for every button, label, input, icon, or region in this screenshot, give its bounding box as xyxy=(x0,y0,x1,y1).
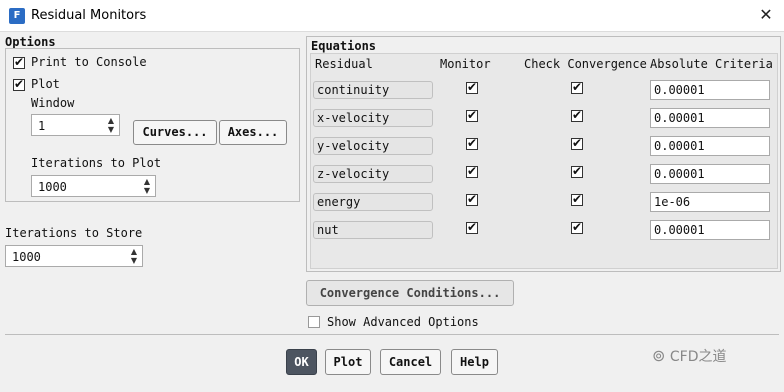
spin-up-icon[interactable]: ▲ xyxy=(142,177,152,186)
window-value: 1 xyxy=(38,119,46,133)
cancel-button[interactable]: Cancel xyxy=(380,349,441,375)
show-advanced-options-label: Show Advanced Options xyxy=(327,315,479,329)
show-advanced-options-checkbox[interactable] xyxy=(308,316,320,328)
residual-name-field: y-velocity xyxy=(313,137,433,155)
check-convergence-header: Check Convergence xyxy=(524,57,647,71)
wechat-icon: ⊚ xyxy=(652,346,666,365)
iterations-to-plot-value: 1000 xyxy=(38,180,67,194)
monitor-checkbox[interactable] xyxy=(466,164,478,178)
absolute-criteria-header: Absolute Criteria xyxy=(650,57,773,71)
monitor-checkbox[interactable] xyxy=(466,80,478,94)
residual-name-field: energy xyxy=(313,193,433,211)
iterations-to-plot-spinner[interactable]: 1000 ▲ ▼ xyxy=(31,175,156,197)
spin-up-icon[interactable]: ▲ xyxy=(106,116,116,125)
residual-header: Residual xyxy=(315,57,373,71)
options-group-title: Options xyxy=(5,35,56,49)
residual-name-field: z-velocity xyxy=(313,165,433,183)
monitor-checkbox[interactable] xyxy=(466,192,478,206)
title-bar: F Residual Monitors ✕ xyxy=(0,0,784,32)
curves-button[interactable]: Curves... xyxy=(133,120,217,145)
residual-name-field: nut xyxy=(313,221,433,239)
monitor-checkbox[interactable] xyxy=(466,108,478,122)
monitor-checkbox[interactable] xyxy=(466,220,478,234)
iterations-to-plot-label: Iterations to Plot xyxy=(31,156,162,170)
print-to-console-label: Print to Console xyxy=(31,55,147,69)
spin-down-icon[interactable]: ▼ xyxy=(129,256,139,265)
check-convergence-checkbox[interactable] xyxy=(571,80,583,94)
check-convergence-checkbox[interactable] xyxy=(571,136,583,150)
help-button[interactable]: Help xyxy=(451,349,498,375)
fluent-app-icon: F xyxy=(9,8,25,24)
spin-up-icon[interactable]: ▲ xyxy=(129,247,139,256)
window-title: Residual Monitors xyxy=(31,8,147,23)
check-convergence-checkbox[interactable] xyxy=(571,220,583,234)
plot-checkbox[interactable] xyxy=(13,77,25,91)
bottom-separator xyxy=(5,334,779,335)
watermark-text: CFD之道 xyxy=(669,349,727,365)
absolute-criteria-input[interactable]: 0.00001 xyxy=(650,80,770,100)
check-convergence-checkbox[interactable] xyxy=(571,192,583,206)
iterations-to-store-value: 1000 xyxy=(12,250,41,264)
convergence-conditions-button[interactable]: Convergence Conditions... xyxy=(306,280,514,306)
iterations-to-store-spinner[interactable]: 1000 ▲ ▼ xyxy=(5,245,143,267)
axes-button[interactable]: Axes... xyxy=(219,120,287,145)
residual-name-field: continuity xyxy=(313,81,433,99)
absolute-criteria-input[interactable]: 0.00001 xyxy=(650,108,770,128)
monitor-checkbox[interactable] xyxy=(466,136,478,150)
equations-group-title: Equations xyxy=(311,39,377,53)
window-spinner[interactable]: 1 ▲ ▼ xyxy=(31,114,120,136)
spin-down-icon[interactable]: ▼ xyxy=(142,186,152,195)
monitor-header: Monitor xyxy=(440,57,491,71)
absolute-criteria-input[interactable]: 1e-06 xyxy=(650,192,770,212)
plot-button[interactable]: Plot xyxy=(325,349,371,375)
plot-label: Plot xyxy=(31,77,60,91)
absolute-criteria-input[interactable]: 0.00001 xyxy=(650,220,770,240)
absolute-criteria-input[interactable]: 0.00001 xyxy=(650,164,770,184)
ok-button[interactable]: OK xyxy=(286,349,317,375)
absolute-criteria-input[interactable]: 0.00001 xyxy=(650,136,770,156)
print-to-console-checkbox[interactable] xyxy=(13,55,25,69)
check-convergence-checkbox[interactable] xyxy=(571,108,583,122)
spin-down-icon[interactable]: ▼ xyxy=(106,125,116,134)
close-icon[interactable]: ✕ xyxy=(756,5,776,25)
window-label: Window xyxy=(31,96,75,110)
residual-name-field: x-velocity xyxy=(313,109,433,127)
check-convergence-checkbox[interactable] xyxy=(571,164,583,178)
iterations-to-store-label: Iterations to Store xyxy=(5,226,143,240)
watermark: ⊚ CFD之道 xyxy=(652,346,726,366)
